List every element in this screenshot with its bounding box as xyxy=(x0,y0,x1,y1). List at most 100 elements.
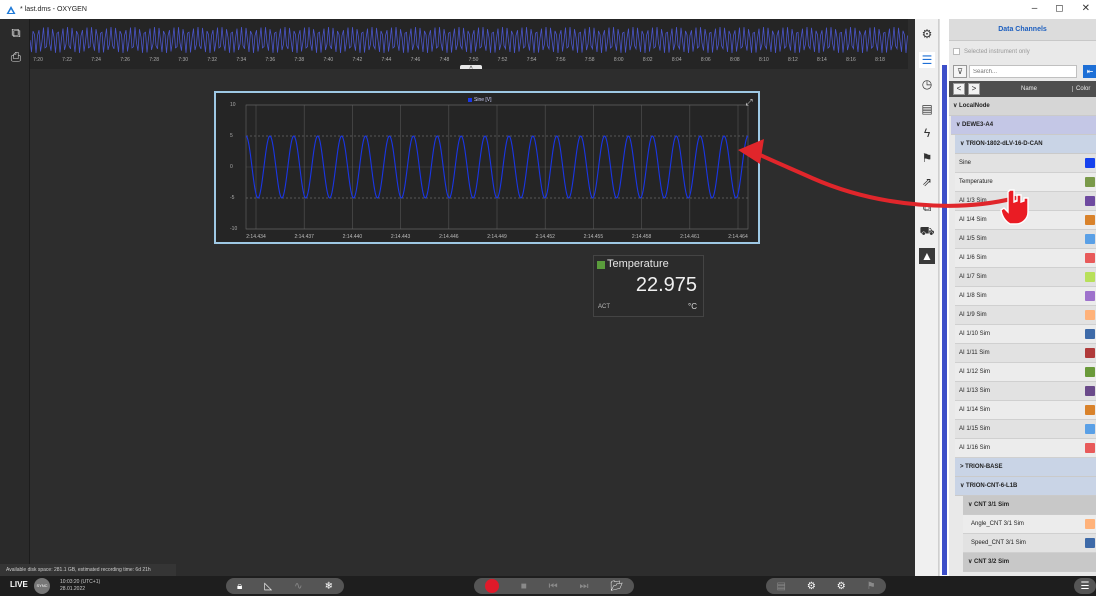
instrument-filter-checkbox[interactable] xyxy=(953,48,960,55)
channel-color-swatch[interactable] xyxy=(1085,158,1095,168)
sync-badge[interactable]: SYNC xyxy=(34,578,50,594)
channel-row[interactable]: AI 1/11 Sim xyxy=(955,344,1096,363)
channel-row[interactable]: AI 1/14 Sim xyxy=(955,401,1096,420)
skip-back-icon[interactable]: ⏮ xyxy=(549,581,558,592)
menu-list-icon[interactable]: ☰ xyxy=(1081,581,1090,592)
maximize-button[interactable]: ◻ xyxy=(1055,3,1063,14)
channel-row[interactable]: Temperature xyxy=(955,173,1096,192)
overview-tick-label: 7:56 xyxy=(555,57,566,63)
instrument-filter[interactable]: Selected instrument only xyxy=(953,48,1030,55)
expand-arrows-icon[interactable]: ⤢ xyxy=(742,95,756,109)
report-icon[interactable]: ▤ xyxy=(919,101,935,117)
nav-next-button[interactable]: > xyxy=(968,83,980,95)
channel-color-swatch[interactable] xyxy=(1085,310,1095,320)
flag-icon[interactable]: ⚑ xyxy=(867,581,876,592)
vehicle-icon[interactable]: ⛟ xyxy=(919,223,935,239)
channel-row[interactable]: AI 1/9 Sim xyxy=(955,306,1096,325)
print-icon[interactable]: ⎙ xyxy=(9,50,23,64)
channel-name: AI 1/12 Sim xyxy=(959,369,991,375)
channel-color-swatch[interactable] xyxy=(1085,234,1095,244)
search-input[interactable] xyxy=(969,65,1077,78)
overview-tick-label: 8:06 xyxy=(700,57,711,63)
channel-list-icon[interactable]: ☰ xyxy=(919,52,935,68)
filter-funnel-icon[interactable]: ⊽ xyxy=(953,65,967,78)
overview-strip[interactable]: 7:20 7:22 7:24 7:26 7:28 7:30 7:32 7:34 7:36 7:38… xyxy=(30,19,908,69)
channel-row[interactable]: AI 1/4 Sim xyxy=(955,211,1096,230)
channel-row[interactable]: AI 1/5 Sim xyxy=(955,230,1096,249)
channel-color-swatch[interactable] xyxy=(1085,272,1095,282)
legend-swatch xyxy=(468,98,472,102)
channel-name: AI 1/13 Sim xyxy=(959,388,991,394)
channel-row[interactable]: AI 1/10 Sim xyxy=(955,325,1096,344)
record-icon[interactable] xyxy=(484,579,499,593)
channel-row[interactable]: AI 1/6 Sim xyxy=(955,249,1096,268)
tree-node-localnode[interactable]: ∨ LocalNode xyxy=(949,97,1096,116)
clock: 10:03:20 (UTC+1) 28.01.2022 xyxy=(60,579,100,593)
channel-row[interactable]: AI 1/7 Sim xyxy=(955,268,1096,287)
close-button[interactable]: ✕ xyxy=(1082,3,1090,14)
recorder-widget[interactable]: Sine [V] 10 5 0 -5 -10 2:14.434 2:14.437 2:14.… xyxy=(214,91,760,244)
stop-icon[interactable]: ■ xyxy=(521,581,527,592)
gear-icon[interactable]: ⚙ xyxy=(919,26,935,42)
freeze-icon[interactable]: ❄ xyxy=(325,581,333,592)
channel-color-swatch[interactable] xyxy=(1085,177,1095,187)
channel-row[interactable]: AI 1/13 Sim xyxy=(955,382,1096,401)
channel-color-swatch[interactable] xyxy=(1085,424,1095,434)
channel-row[interactable]: Speed_CNT 3/1 Sim xyxy=(963,534,1096,553)
channel-row[interactable]: AI 1/3 Sim xyxy=(955,192,1096,211)
lock-icon[interactable]: 🔒︎ xyxy=(237,581,242,592)
channel-row[interactable]: AI 1/12 Sim xyxy=(955,363,1096,382)
channel-color-swatch[interactable] xyxy=(1085,367,1095,377)
settings-gear2-icon[interactable]: ⚙ xyxy=(837,581,846,592)
channel-color-swatch[interactable] xyxy=(1085,291,1095,301)
channel-color-swatch[interactable] xyxy=(1085,253,1095,263)
minimize-button[interactable]: – xyxy=(1032,3,1038,14)
measure-cursor-icon[interactable]: ◺ xyxy=(264,581,272,592)
channel-row[interactable]: AI 1/8 Sim xyxy=(955,287,1096,306)
tree-node-device[interactable]: ∨ DEWE3-A4 xyxy=(951,116,1096,135)
channel-color-swatch[interactable] xyxy=(1085,196,1095,206)
overview-signal-line xyxy=(30,26,908,54)
tree-node-cnt-sub2[interactable]: ∨ CNT 3/2 Sim xyxy=(963,553,1096,572)
channel-color-swatch[interactable] xyxy=(1085,405,1095,415)
overview-tick-label: 7:38 xyxy=(294,57,305,63)
clock-date: 28.01.2022 xyxy=(60,586,86,592)
channel-row[interactable]: AI 1/15 Sim xyxy=(955,420,1096,439)
tree-node-trion-cnt[interactable]: ∨ TRION-CNT-6-L1B xyxy=(955,477,1096,496)
right-toolbar: ⚙ ☰ ◷ ▤ ϟ ⚑ ⇗ ⧉ ⛟ ▲ xyxy=(915,19,939,576)
skip-forward-icon[interactable]: ⏭ xyxy=(580,581,589,592)
channel-row[interactable]: AI 1/16 Sim xyxy=(955,439,1096,458)
channel-color-swatch[interactable] xyxy=(1085,519,1095,529)
channel-color-swatch[interactable] xyxy=(1085,443,1095,453)
pin-panel-icon[interactable]: ⇤ xyxy=(1083,65,1096,78)
settings-gear-icon[interactable]: ⚙ xyxy=(807,581,816,592)
channel-color-swatch[interactable] xyxy=(1085,386,1095,396)
channel-color-swatch[interactable] xyxy=(1085,329,1095,339)
live-badge[interactable]: LIVE xyxy=(10,580,28,589)
nav-prev-button[interactable]: < xyxy=(953,83,965,95)
left-toolbar: ⧉ ⎙ xyxy=(0,19,30,576)
tree-node-trion-base[interactable]: > TRION-BASE xyxy=(955,458,1096,477)
channel-color-swatch[interactable] xyxy=(1085,538,1095,548)
marker-flag-icon[interactable]: ⚑ xyxy=(919,150,935,166)
channel-color-swatch[interactable] xyxy=(1085,215,1095,225)
disk-status: Available disk space: 281.1 GB, estimate… xyxy=(0,564,176,576)
channel-name: AI 1/5 Sim xyxy=(959,236,987,242)
export-icon[interactable]: ⇗ xyxy=(919,174,935,190)
clock-icon[interactable]: ◷ xyxy=(919,76,935,92)
network-icon[interactable]: ⧉ xyxy=(919,199,935,215)
column-name[interactable]: Name xyxy=(1021,86,1037,92)
tree-node-module[interactable]: ∨ TRION-1802-dLV-16-D-CAN xyxy=(955,135,1096,154)
copy-screen-icon[interactable]: ⧉ xyxy=(9,26,23,40)
tree-node-cnt-sub[interactable]: ∨ CNT 3/1 Sim xyxy=(963,496,1096,515)
channel-row[interactable]: Angle_CNT 3/1 Sim xyxy=(963,515,1096,534)
digital-meter-widget[interactable]: Temperature 22.975 ACT °C xyxy=(593,255,704,317)
channel-color-swatch[interactable] xyxy=(1085,348,1095,358)
open-folder-icon[interactable]: 📂︎ xyxy=(610,581,623,592)
dewesoft-logo-icon[interactable]: ▲ xyxy=(919,248,935,264)
channel-row[interactable]: Sine xyxy=(955,154,1096,173)
storage-icon[interactable]: ▤ xyxy=(776,581,785,592)
trigger-icon[interactable]: ϟ xyxy=(919,125,935,141)
column-color[interactable]: Color xyxy=(1072,86,1090,92)
overview-tick-label: 8:18 xyxy=(875,57,885,63)
